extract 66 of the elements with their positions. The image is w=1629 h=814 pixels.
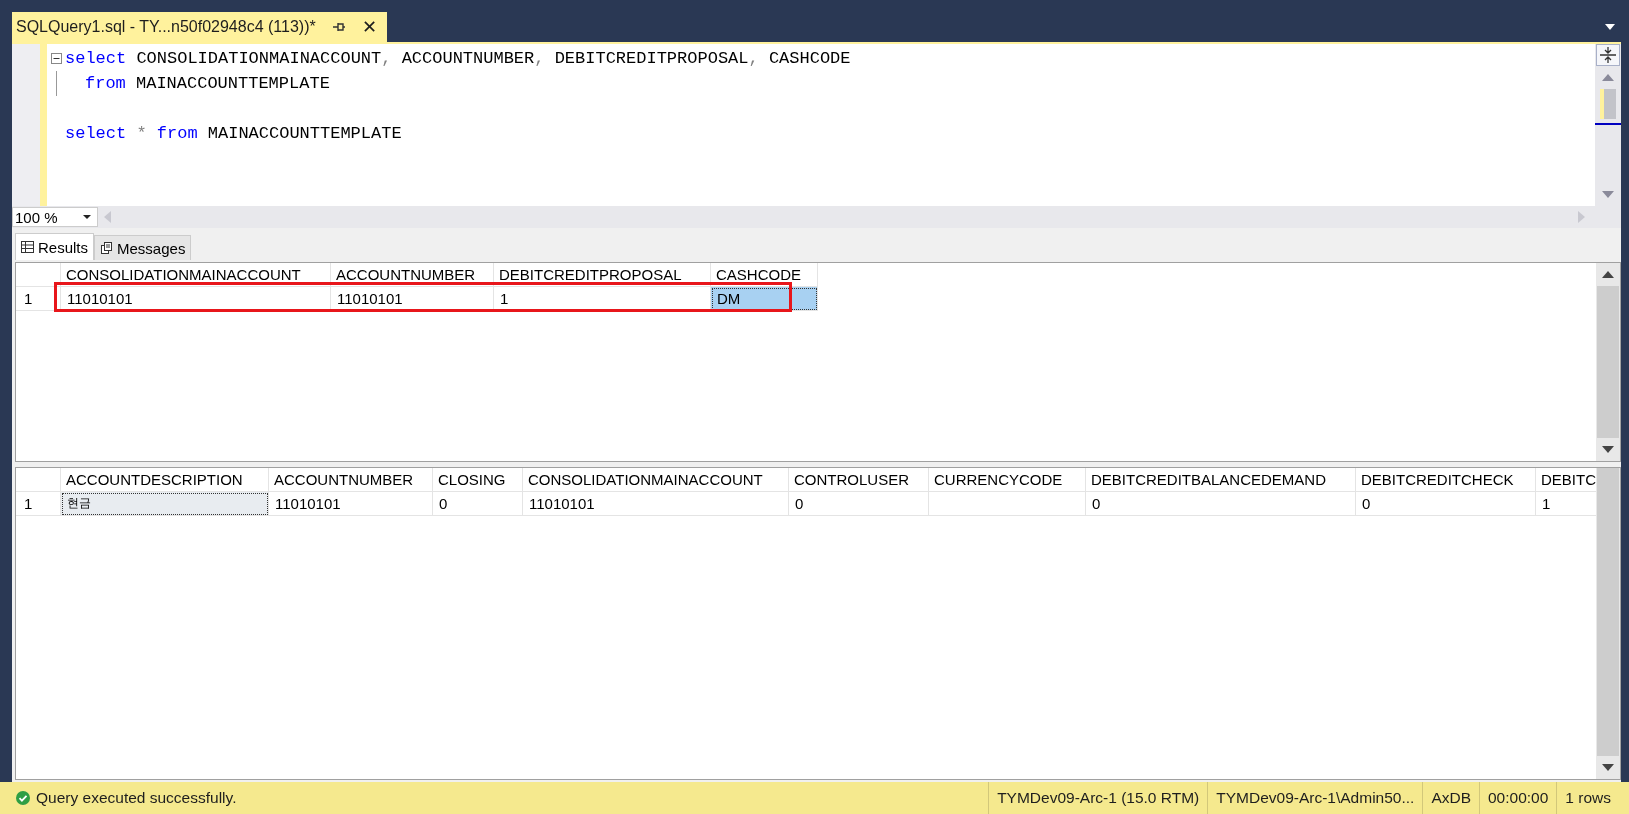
table-cell[interactable]: DM xyxy=(711,287,818,311)
sql-keyword: select xyxy=(65,49,127,68)
column-header[interactable]: DEBITCREDITBALANCEDEMAND xyxy=(1091,471,1327,488)
scrollbar-thumb[interactable] xyxy=(1597,468,1619,756)
table-cell[interactable]: 0 xyxy=(789,492,929,516)
table-cell[interactable]: 11010101 xyxy=(523,492,789,516)
results-tab[interactable]: Messages xyxy=(94,235,192,260)
scrollbar-thumb[interactable] xyxy=(1597,286,1619,438)
column-header[interactable]: DEBITCREDITCHECK xyxy=(1361,471,1514,488)
scroll-up-icon[interactable] xyxy=(1602,271,1614,278)
status-message: Query executed successfully. xyxy=(36,789,237,807)
success-icon xyxy=(16,791,30,805)
column-header[interactable]: ACCOUNTNUMBER xyxy=(274,471,414,488)
database-name: AxDB xyxy=(1422,782,1479,814)
pin-icon[interactable] xyxy=(331,21,346,33)
column-header[interactable]: DEBITC xyxy=(1541,471,1596,488)
sql-operator: , xyxy=(381,49,392,68)
sql-operator: , xyxy=(748,49,759,68)
scroll-down-icon[interactable] xyxy=(1602,446,1614,453)
scrollbar-thumb[interactable] xyxy=(1600,89,1616,119)
sql-keyword: select xyxy=(65,124,127,143)
documents-icon xyxy=(100,242,114,254)
sql-identifier: ACCOUNTNUMBER xyxy=(401,49,535,68)
server-name: TYMDev09-Arc-1 (15.0 RTM) xyxy=(988,782,1208,814)
scroll-down-icon[interactable] xyxy=(1602,764,1614,771)
table-cell[interactable]: 11010101 xyxy=(61,287,331,311)
column-header[interactable]: CURRENCYCODE xyxy=(934,471,1063,488)
sql-identifier: MAINACCOUNTTEMPLATE xyxy=(136,74,330,93)
split-icon[interactable] xyxy=(1596,44,1620,66)
dropdown-icon[interactable] xyxy=(1605,24,1615,30)
table-cell[interactable]: 0 xyxy=(1356,492,1536,516)
grid-icon xyxy=(21,241,34,253)
user-name: TYMDev09-Arc-1\Admin50... xyxy=(1207,782,1423,814)
column-header[interactable]: DEBITCREDITPROPOSAL xyxy=(499,266,682,283)
collapse-icon[interactable] xyxy=(50,53,62,64)
sql-identifier: MAINACCOUNTTEMPLATE xyxy=(207,124,402,143)
table-cell[interactable]: 0 xyxy=(1086,492,1356,516)
document-tab[interactable]: SQLQuery1.sql - TY...n50f02948c4 (113))* ✕ xyxy=(12,12,387,42)
table-cell[interactable] xyxy=(929,492,1086,516)
column-header[interactable]: ACCOUNTDESCRIPTION xyxy=(66,471,243,488)
column-header[interactable]: CONSOLIDATIONMAINACCOUNT xyxy=(66,266,301,283)
sql-identifier: CONSOLIDATIONMAINACCOUNT xyxy=(136,49,382,68)
column-header[interactable]: CONTROLUSER xyxy=(794,471,909,488)
row-number: 1 xyxy=(24,290,33,307)
elapsed-time: 00:00:00 xyxy=(1479,782,1557,814)
sql-keyword: from xyxy=(85,74,126,93)
grid-corner[interactable] xyxy=(16,263,61,287)
sql-identifier: DEBITCREDITPROPOSAL xyxy=(554,49,749,68)
table-cell[interactable]: 11010101 xyxy=(269,492,433,516)
zoom-dropdown[interactable]: 100 % xyxy=(12,207,98,227)
sql-operator: , xyxy=(534,49,545,68)
close-button[interactable]: ✕ xyxy=(361,16,377,38)
table-cell[interactable]: 11010101 xyxy=(331,287,494,311)
sql-identifier: CASHCODE xyxy=(768,49,851,68)
sql-keyword: from xyxy=(156,124,198,143)
table-cell[interactable]: 현금 xyxy=(61,492,269,516)
row-count: 1 rows xyxy=(1556,782,1619,814)
caret-icon[interactable] xyxy=(83,215,91,219)
sql-operator: * xyxy=(136,124,147,143)
column-header[interactable]: ACCOUNTNUMBER xyxy=(336,266,476,283)
row-number: 1 xyxy=(24,495,33,512)
table-cell[interactable]: 0 xyxy=(433,492,523,516)
column-header[interactable]: CASHCODE xyxy=(716,266,801,283)
column-header[interactable]: CLOSING xyxy=(438,471,506,488)
column-header[interactable]: CONSOLIDATIONMAINACCOUNT xyxy=(528,471,763,488)
results-tab[interactable]: Results xyxy=(15,233,95,260)
